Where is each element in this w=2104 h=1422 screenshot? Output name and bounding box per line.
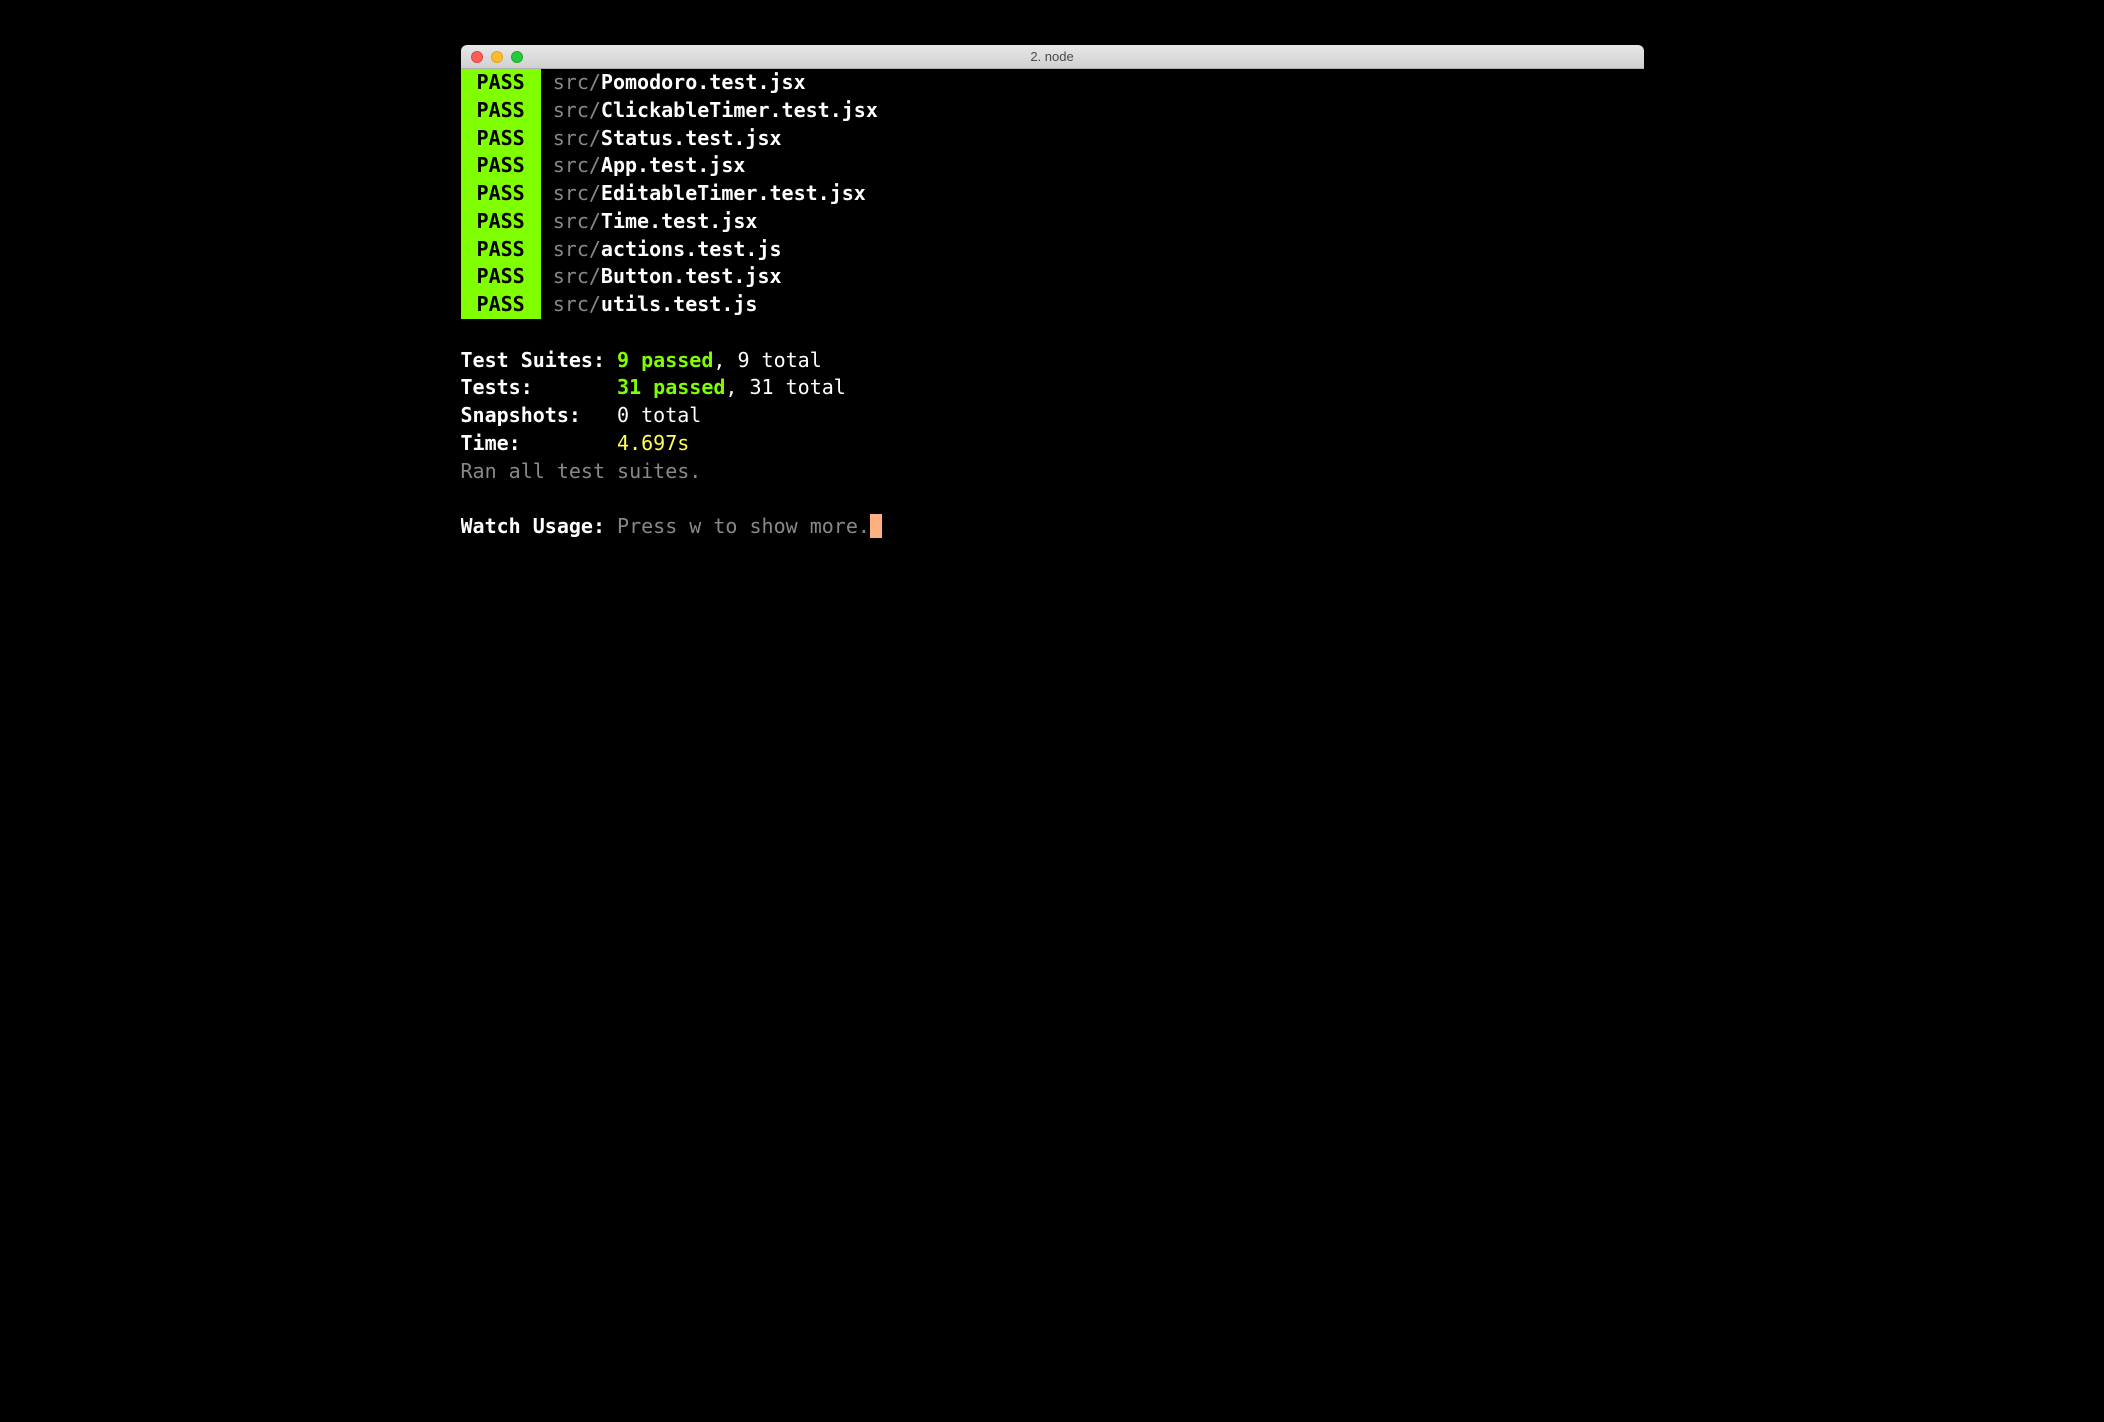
file-dir: src/	[553, 69, 601, 97]
pass-badge: PASS	[461, 236, 541, 264]
suites-summary: Test Suites: 9 passed, 9 total	[461, 347, 1644, 375]
suites-passed: 9 passed	[617, 348, 713, 372]
pass-badge: PASS	[461, 125, 541, 153]
test-result-line: PASS src/Button.test.jsx	[461, 263, 1644, 291]
terminal-window: 2. node PASS src/Pomodoro.test.jsx PASS …	[461, 45, 1644, 889]
pass-badge: PASS	[461, 97, 541, 125]
file-dir: src/	[553, 208, 601, 236]
pass-badge: PASS	[461, 152, 541, 180]
test-result-line: PASS src/utils.test.js	[461, 291, 1644, 319]
file-dir: src/	[553, 152, 601, 180]
file-name: actions.test.js	[601, 236, 782, 264]
spacer	[541, 180, 553, 208]
snapshots-summary: Snapshots: 0 total	[461, 402, 1644, 430]
suites-label: Test Suites:	[461, 348, 618, 372]
cursor	[870, 514, 882, 538]
pass-badge: PASS	[461, 180, 541, 208]
file-name: ClickableTimer.test.jsx	[601, 97, 878, 125]
tests-summary: Tests: 31 passed, 31 total	[461, 374, 1644, 402]
spacer	[541, 236, 553, 264]
spacer	[541, 125, 553, 153]
titlebar[interactable]: 2. node	[461, 45, 1644, 69]
pass-badge: PASS	[461, 263, 541, 291]
pass-badge: PASS	[461, 291, 541, 319]
time-summary: Time: 4.697s	[461, 430, 1644, 458]
file-name: Time.test.jsx	[601, 208, 758, 236]
test-result-line: PASS src/EditableTimer.test.jsx	[461, 180, 1644, 208]
snapshots-label: Snapshots:	[461, 403, 618, 427]
file-dir: src/	[553, 125, 601, 153]
suites-total: , 9 total	[713, 348, 821, 372]
file-name: utils.test.js	[601, 291, 758, 319]
ran-message: Ran all test suites.	[461, 458, 1644, 486]
spacer	[541, 263, 553, 291]
test-result-line: PASS src/App.test.jsx	[461, 152, 1644, 180]
watch-label: Watch Usage:	[461, 514, 606, 538]
tests-passed: 31 passed	[617, 375, 725, 399]
file-dir: src/	[553, 180, 601, 208]
tests-total: , 31 total	[725, 375, 845, 399]
fullscreen-button[interactable]	[511, 51, 523, 63]
file-name: Button.test.jsx	[601, 263, 782, 291]
window-title: 2. node	[461, 49, 1644, 64]
file-name: Pomodoro.test.jsx	[601, 69, 806, 97]
file-name: Status.test.jsx	[601, 125, 782, 153]
test-result-line: PASS src/Time.test.jsx	[461, 208, 1644, 236]
spacer	[541, 69, 553, 97]
minimize-button[interactable]	[491, 51, 503, 63]
file-dir: src/	[553, 263, 601, 291]
snapshots-value: 0 total	[617, 403, 701, 427]
time-label: Time:	[461, 431, 618, 455]
watch-usage: Watch Usage: Press w to show more.	[461, 513, 1644, 541]
tests-label: Tests:	[461, 375, 618, 399]
spacer	[541, 152, 553, 180]
test-result-line: PASS src/Status.test.jsx	[461, 125, 1644, 153]
spacer	[541, 208, 553, 236]
file-dir: src/	[553, 291, 601, 319]
file-dir: src/	[553, 236, 601, 264]
pass-badge: PASS	[461, 208, 541, 236]
test-result-line: PASS src/Pomodoro.test.jsx	[461, 69, 1644, 97]
spacer	[541, 97, 553, 125]
blank-line	[461, 319, 1644, 347]
traffic-lights	[461, 51, 523, 63]
blank-line	[461, 485, 1644, 513]
pass-badge: PASS	[461, 69, 541, 97]
test-result-line: PASS src/actions.test.js	[461, 236, 1644, 264]
test-result-line: PASS src/ClickableTimer.test.jsx	[461, 97, 1644, 125]
watch-hint: Press w to show more.	[605, 514, 870, 538]
spacer	[541, 291, 553, 319]
file-name: App.test.jsx	[601, 152, 746, 180]
file-name: EditableTimer.test.jsx	[601, 180, 866, 208]
time-value: 4.697s	[617, 431, 689, 455]
file-dir: src/	[553, 97, 601, 125]
terminal-content[interactable]: PASS src/Pomodoro.test.jsx PASS src/Clic…	[461, 69, 1644, 889]
test-results: PASS src/Pomodoro.test.jsx PASS src/Clic…	[461, 69, 1644, 319]
close-button[interactable]	[471, 51, 483, 63]
